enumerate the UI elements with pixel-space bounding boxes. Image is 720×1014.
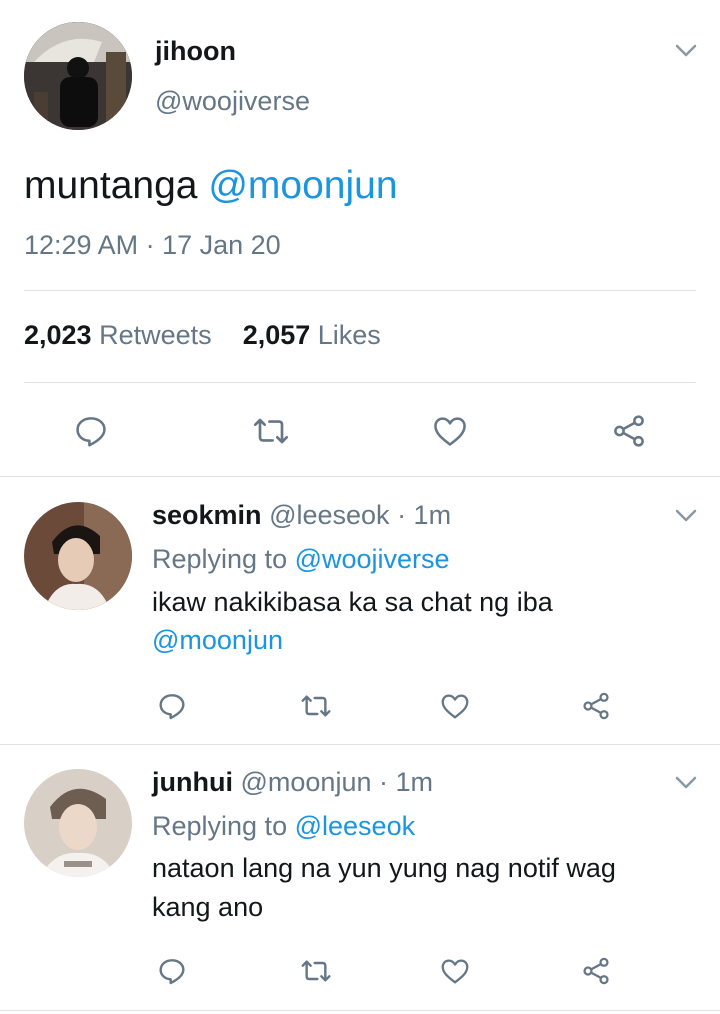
divider	[24, 290, 696, 291]
like-icon[interactable]	[436, 953, 474, 989]
tweet-body: muntanga	[24, 164, 198, 207]
engagement-stats: 2,023 Retweets 2,057 Likes	[24, 320, 381, 351]
display-name[interactable]: jihoon	[155, 36, 236, 67]
share-icon[interactable]	[578, 953, 614, 989]
mention-link[interactable]: @moonjun	[208, 164, 397, 207]
reply-header: seokmin @leeseok · 1m	[152, 500, 451, 531]
divider	[0, 476, 720, 477]
tweet-text: muntanga @moonjun	[24, 164, 398, 208]
display-name[interactable]: seokmin	[152, 500, 262, 530]
handle[interactable]: @moonjun	[241, 767, 372, 797]
retweet-icon[interactable]	[296, 688, 336, 724]
reply-icon[interactable]	[70, 410, 112, 452]
share-icon[interactable]	[578, 688, 614, 724]
retweet-icon[interactable]	[296, 953, 336, 989]
timestamp[interactable]: 12:29 AM · 17 Jan 20	[24, 230, 281, 261]
reply-header: junhui @moonjun · 1m	[152, 767, 433, 798]
like-count[interactable]: 2,057	[243, 320, 311, 350]
share-icon[interactable]	[608, 410, 650, 452]
handle[interactable]: @woojiverse	[155, 86, 310, 117]
chevron-down-icon[interactable]	[675, 509, 697, 528]
reply-time: · 1m	[397, 500, 452, 530]
divider	[0, 1010, 720, 1011]
reply-icon[interactable]	[154, 953, 190, 989]
reply-text: kang ano	[152, 892, 264, 922]
avatar-seokmin[interactable]	[24, 502, 132, 610]
mention-link[interactable]: @moonjun	[152, 625, 283, 656]
replying-to-link[interactable]: @woojiverse	[295, 544, 450, 574]
reply-icon[interactable]	[154, 688, 190, 724]
divider	[24, 382, 696, 383]
like-icon[interactable]	[436, 688, 474, 724]
display-name[interactable]: junhui	[152, 767, 233, 797]
retweet-label[interactable]: Retweets	[99, 320, 212, 350]
handle[interactable]: @leeseok	[269, 500, 389, 530]
replying-prefix: Replying to	[152, 544, 288, 574]
retweet-count[interactable]: 2,023	[24, 320, 92, 350]
divider	[0, 744, 720, 745]
avatar-jihoon[interactable]	[24, 22, 132, 130]
reply-time: · 1m	[379, 767, 433, 797]
reply-text: nataon lang na yun yung nag notif wag	[152, 853, 616, 883]
replying-to: Replying to @woojiverse	[152, 544, 450, 575]
reply-text: ikaw nakikibasa ka sa chat ng iba	[152, 587, 553, 617]
replying-prefix: Replying to	[152, 811, 288, 841]
chevron-down-icon[interactable]	[675, 44, 697, 63]
chevron-down-icon[interactable]	[675, 776, 697, 795]
like-icon[interactable]	[428, 410, 472, 452]
avatar-junhui[interactable]	[24, 769, 132, 877]
replying-to-link[interactable]: @leeseok	[295, 811, 415, 841]
retweet-icon[interactable]	[248, 410, 294, 452]
replying-to: Replying to @leeseok	[152, 811, 415, 842]
like-label[interactable]: Likes	[318, 320, 381, 350]
